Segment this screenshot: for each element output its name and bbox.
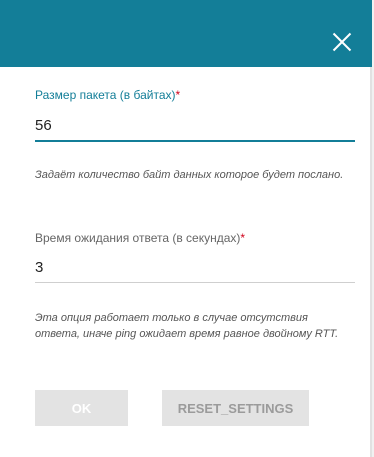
close-icon[interactable] — [332, 32, 352, 52]
timeout-label-text: Время ожидания ответа (в секундах) — [35, 231, 241, 245]
packet-size-hint: Задаёт количество байт данных которое бу… — [35, 169, 344, 181]
packet-size-label: Размер пакета (в байтах)* — [35, 88, 180, 102]
required-mark: * — [175, 88, 181, 102]
ping-settings-dialog: Размер пакета (в байтах)* Задаёт количес… — [0, 0, 372, 457]
packet-size-input[interactable] — [35, 113, 353, 137]
packet-size-label-text: Размер пакета (в байтах) — [35, 88, 176, 102]
required-mark: * — [240, 231, 246, 245]
timeout-underline — [35, 282, 355, 283]
dialog-header — [0, 0, 372, 67]
packet-size-underline — [35, 140, 355, 142]
timeout-hint: Эта опция работает только в случае отсут… — [35, 312, 339, 340]
ok-button[interactable]: OK — [35, 390, 128, 426]
timeout-input[interactable] — [35, 255, 353, 279]
reset-settings-button[interactable]: RESET_SETTINGS — [162, 390, 309, 426]
timeout-label: Время ожидания ответа (в секундах)* — [35, 231, 245, 245]
